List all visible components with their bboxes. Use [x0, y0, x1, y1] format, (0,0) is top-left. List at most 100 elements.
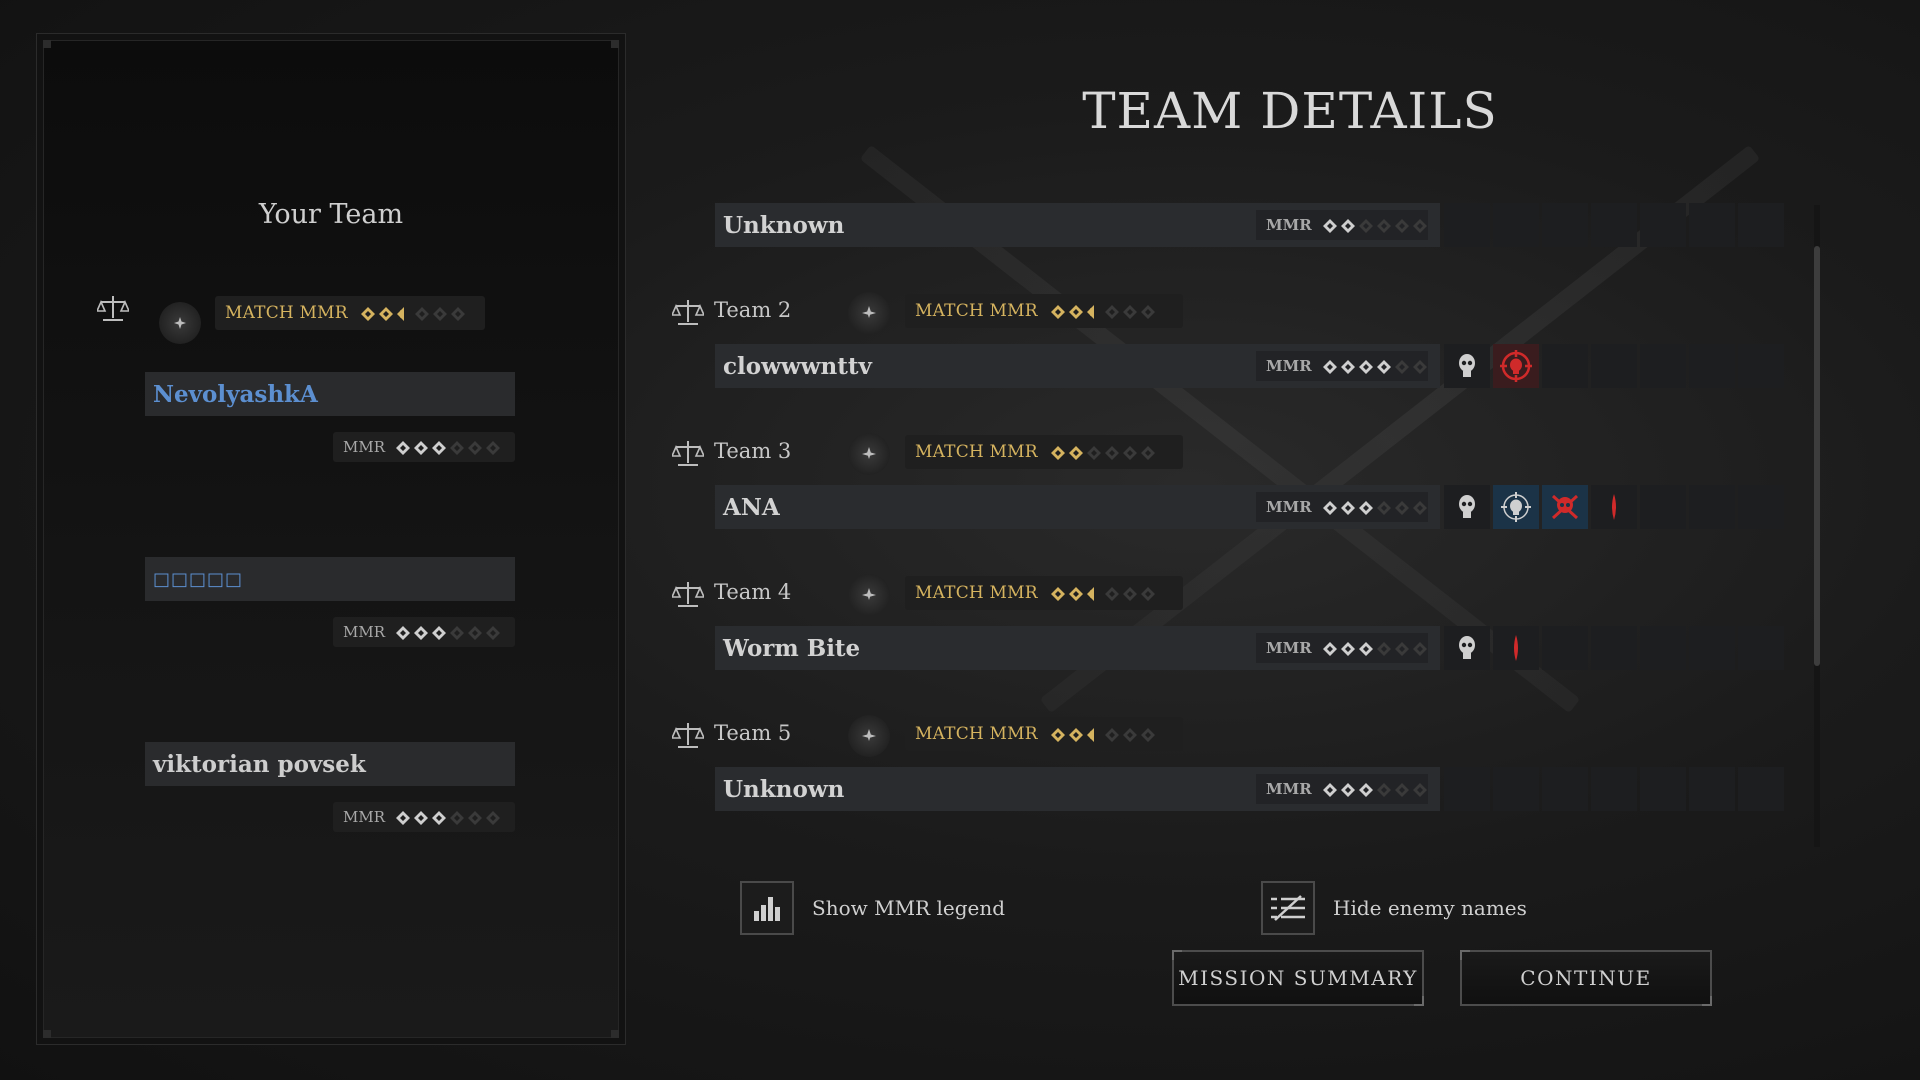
teammate-row[interactable]: □□□□□ [145, 557, 515, 601]
hide-enemy-names-label: Hide enemy names [1333, 896, 1527, 920]
match-mmr-label: MATCH MMR [225, 303, 348, 323]
mmr-star-filled [1322, 782, 1337, 797]
enemy-player-row[interactable]: Unknown MMR [715, 767, 1440, 811]
empty-slot [1738, 767, 1784, 811]
mmr-star-empty [1394, 500, 1409, 515]
mmr-star-empty [1376, 500, 1391, 515]
kill-slots [1444, 626, 1791, 670]
empty-slot [1640, 485, 1686, 529]
skull-crossbones-icon [1542, 485, 1588, 529]
team-header: Team 4 MATCH MMR [672, 574, 1392, 616]
scale-icon [672, 580, 704, 608]
enemy-player-row[interactable]: Worm Bite MMR [715, 626, 1440, 670]
kill-slots [1444, 767, 1791, 811]
mmr-star-filled [1322, 359, 1337, 374]
teammate-row[interactable]: NevolyashkA [145, 372, 515, 416]
mmr-star-filled [1322, 218, 1337, 233]
mmr-star-empty [450, 306, 465, 321]
mmr-star-filled [1340, 218, 1355, 233]
team-header: Team 3 MATCH MMR [672, 433, 1392, 475]
match-mmr-stars [1050, 586, 1155, 601]
mmr-star-empty [1104, 586, 1119, 601]
mmr-star-filled [1358, 500, 1373, 515]
empty-slot [1542, 203, 1588, 247]
teammate-mmr: MMR [333, 617, 515, 647]
mmr-star-half [396, 306, 410, 321]
mmr-star-filled [1358, 782, 1373, 797]
team-match-mmr: MATCH MMR [905, 717, 1183, 751]
match-mmr-stars [1050, 445, 1155, 460]
teammate-row[interactable]: viktorian povsek [145, 742, 515, 786]
mmr-star-filled [1068, 445, 1083, 460]
show-mmr-legend-toggle[interactable]: Show MMR legend [740, 881, 1005, 935]
mmr-star-filled [1050, 304, 1065, 319]
empty-slot [1542, 344, 1588, 388]
mmr-star-filled [1340, 782, 1355, 797]
mmr-label: MMR [343, 808, 386, 826]
mmr-star-filled [1358, 641, 1373, 656]
mmr-star-empty [1104, 727, 1119, 742]
match-mmr-stars [1050, 304, 1155, 319]
show-mmr-legend-label: Show MMR legend [812, 896, 1006, 920]
mmr-star-filled [431, 625, 447, 640]
boost-icon [848, 574, 890, 616]
enemy-player-row[interactable]: clowwwnttv MMR [715, 344, 1440, 388]
empty-slot [1640, 626, 1686, 670]
enemy-player-row[interactable]: Unknown MMR [715, 203, 1440, 247]
mmr-star-empty [449, 625, 465, 640]
mmr-star-empty [1140, 304, 1155, 319]
mmr-star-half [1086, 304, 1100, 319]
team-match-mmr: MATCH MMR [905, 576, 1183, 610]
match-mmr-label: MATCH MMR [915, 301, 1038, 321]
mmr-star-empty [1412, 641, 1427, 656]
boost-icon [848, 292, 890, 334]
scrollbar-thumb[interactable] [1814, 246, 1820, 666]
mmr-star-half [1086, 727, 1100, 742]
empty-slot [1738, 626, 1784, 670]
page-title: TEAM DETAILS [1082, 82, 1498, 140]
teammate-name: □□□□□ [153, 568, 244, 590]
mission-summary-button[interactable]: MISSION SUMMARY [1172, 950, 1424, 1006]
mmr-star-filled [413, 810, 429, 825]
bleed-icon [1591, 485, 1637, 529]
mmr-label: MMR [1266, 639, 1312, 657]
enemy-player-row[interactable]: ANA MMR [715, 485, 1440, 529]
mmr-label: MMR [1266, 780, 1312, 798]
bar-chart-icon[interactable] [740, 881, 794, 935]
mmr-star-filled [1340, 641, 1355, 656]
enemy-player-mmr: MMR [1256, 351, 1428, 381]
hide-names-icon[interactable] [1261, 881, 1315, 935]
mmr-star-filled [378, 306, 393, 321]
continue-button[interactable]: CONTINUE [1460, 950, 1712, 1006]
kill-slots [1444, 344, 1791, 388]
match-mmr-label: MATCH MMR [915, 583, 1038, 603]
mmr-star-filled [395, 625, 411, 640]
mmr-star-empty [432, 306, 447, 321]
empty-slot [1493, 767, 1539, 811]
mmr-star-filled [1068, 586, 1083, 601]
hide-enemy-names-toggle[interactable]: Hide enemy names [1261, 881, 1527, 935]
teammate-name: viktorian povsek [153, 750, 366, 778]
mmr-star-empty [1104, 445, 1119, 460]
mmr-stars [1322, 359, 1427, 374]
mmr-stars [1322, 500, 1427, 515]
empty-slot [1493, 203, 1539, 247]
empty-slot [1689, 344, 1735, 388]
team-match-mmr: MATCH MMR [905, 294, 1183, 328]
mmr-star-empty [1376, 641, 1391, 656]
enemy-player-name: clowwwnttv [723, 352, 872, 380]
mmr-star-filled [1376, 359, 1391, 374]
mmr-star-empty [1412, 782, 1427, 797]
empty-slot [1689, 485, 1735, 529]
mmr-star-empty [449, 810, 465, 825]
mmr-star-empty [1140, 586, 1155, 601]
team-name: Team 5 [714, 721, 792, 745]
empty-slot [1591, 344, 1637, 388]
empty-slot [1591, 767, 1637, 811]
mmr-star-filled [1358, 359, 1373, 374]
match-mmr-label: MATCH MMR [915, 724, 1038, 744]
empty-slot [1444, 767, 1490, 811]
mmr-star-filled [1050, 727, 1065, 742]
enemy-player-mmr: MMR [1256, 210, 1428, 240]
mmr-star-empty [1122, 304, 1137, 319]
